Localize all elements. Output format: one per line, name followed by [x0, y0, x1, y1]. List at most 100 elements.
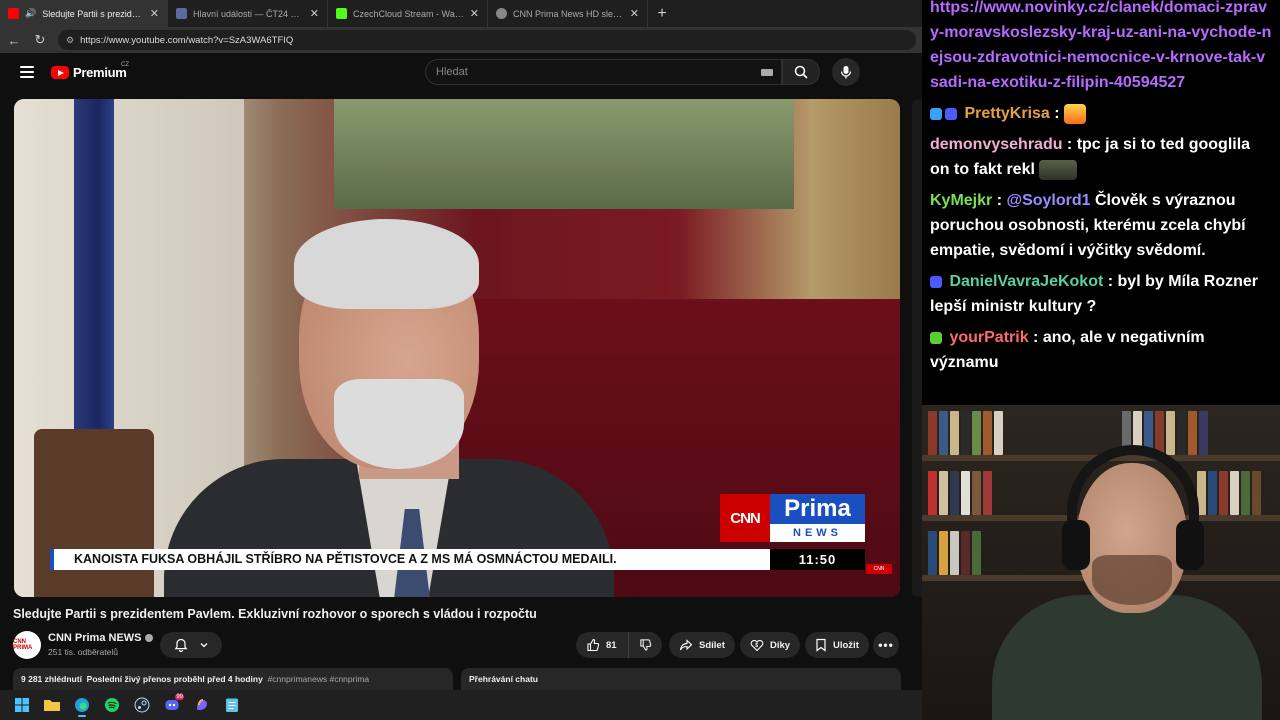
close-icon[interactable]: ✕: [150, 7, 159, 20]
chat-replay-label: Přehrávání chatu: [469, 674, 538, 684]
save-button[interactable]: Uložit: [805, 632, 869, 658]
site-info-icon[interactable]: ⚙: [66, 35, 74, 46]
tab-cnn-prima[interactable]: CNN Prima News HD sledujte online ✕: [488, 0, 648, 27]
discord-icon[interactable]: 99: [160, 693, 184, 717]
close-icon[interactable]: ✕: [630, 7, 639, 20]
gem-badge-icon: [930, 107, 942, 120]
description-box[interactable]: 9 281 zhlédnutí Poslední živý přenos pro…: [13, 668, 453, 690]
speaker-icon[interactable]: 🔊: [25, 8, 36, 19]
sub-badge-icon: [945, 107, 957, 120]
youtube-play-icon: [51, 66, 69, 79]
chat-mention[interactable]: @Soylord1: [1006, 192, 1090, 209]
more-actions-button[interactable]: •••: [873, 632, 899, 658]
prima-news-logo: Prima NEWS: [770, 494, 865, 542]
books: [928, 531, 981, 575]
super-thanks-icon: $: [750, 639, 764, 652]
chair: [34, 429, 154, 597]
ct24-favicon-icon: [176, 8, 187, 19]
close-icon[interactable]: ✕: [310, 7, 319, 20]
stream-chat-panel: https://www.novinky.cz/clanek/domaci-zpr…: [922, 0, 1280, 405]
chat-replay-box[interactable]: Přehrávání chatu: [461, 668, 901, 690]
chat-username[interactable]: demonvysehradu: [930, 136, 1062, 153]
fire-emote-icon: [1064, 103, 1087, 124]
youtube-logo[interactable]: Premium CZ: [51, 62, 129, 80]
tab-ct24[interactable]: Hlavní události — ČT24 — Česká televize …: [168, 0, 328, 27]
menu-icon[interactable]: [20, 66, 34, 78]
more-horizontal-icon: •••: [878, 638, 894, 652]
chat-message: KyMejkr : @Soylord1 Člověk s výraznou po…: [930, 192, 1246, 259]
close-icon[interactable]: ✕: [470, 7, 479, 20]
like-button[interactable]: 81: [576, 632, 628, 658]
browser-tab-bar: 🔊 Sledujte Partii s prezidentem Pavlem. …: [0, 0, 922, 27]
chat-username[interactable]: DanielVavraJeKokot: [949, 273, 1103, 290]
chevron-down-icon: [200, 643, 207, 648]
chat-message: PrettyKrisa :: [930, 101, 1272, 126]
books: [1197, 471, 1261, 515]
streamer-webcam: [922, 405, 1280, 720]
svg-text:$: $: [755, 643, 758, 649]
headphone-ear-right: [1176, 520, 1204, 570]
bookmark-icon: [816, 638, 826, 652]
kick-favicon-icon: [336, 8, 347, 19]
broadcast-clock: 11:50: [770, 549, 865, 570]
search-placeholder: Hledat: [436, 66, 468, 78]
chat-link[interactable]: https://www.novinky.cz/clanek/domaci-zpr…: [930, 0, 1272, 95]
streamer-shirt: [992, 595, 1262, 720]
keyboard-icon[interactable]: [761, 69, 773, 76]
windows-start-icon[interactable]: [10, 693, 34, 717]
search-button[interactable]: [782, 59, 820, 85]
notepad-icon[interactable]: [220, 693, 244, 717]
subscription-bell-button[interactable]: [160, 632, 222, 658]
chat-message: demonvysehradu : tpc ja si to ted googli…: [930, 136, 1251, 180]
steam-icon[interactable]: [130, 693, 154, 717]
creature-emote-icon: [1039, 159, 1078, 180]
windows-taskbar: 99: [0, 690, 922, 720]
tab-title: Sledujte Partii s prezidentem Pavlem. Ex…: [42, 8, 144, 19]
tab-kick[interactable]: CzechCloud Stream - Watch Live on Kick ✕: [328, 0, 488, 27]
edge-browser-icon[interactable]: [70, 693, 94, 717]
logo-text: Premium: [73, 65, 127, 80]
chat-username[interactable]: KyMejkr: [930, 192, 992, 209]
view-count: 9 281 zhlédnutí: [21, 674, 82, 684]
background-window: [334, 99, 794, 209]
channel-avatar[interactable]: CNN PRIMA: [13, 631, 41, 659]
chat-message: DanielVavraJeKokot : byl by Míla Rozner …: [930, 273, 1258, 315]
new-tab-button[interactable]: +: [648, 0, 676, 27]
tab-youtube[interactable]: 🔊 Sledujte Partii s prezidentem Pavlem. …: [0, 0, 168, 27]
person-hair: [294, 219, 479, 309]
save-label: Uložit: [833, 639, 859, 651]
cnn-logo: CNN: [720, 494, 770, 542]
sub-badge-icon: [930, 331, 942, 344]
region-code: CZ: [121, 62, 129, 68]
news-logo-text: NEWS: [793, 527, 842, 539]
hashtags[interactable]: #cnnprimanews #cnnprima: [268, 674, 370, 684]
channel-name[interactable]: CNN Prima NEWS: [48, 632, 153, 644]
books: [928, 471, 992, 515]
verified-icon: [144, 634, 153, 643]
thumbs-down-icon: [640, 639, 652, 651]
share-button[interactable]: Sdílet: [669, 632, 735, 658]
search-input[interactable]: Hledat: [425, 59, 782, 85]
copilot-icon[interactable]: [190, 693, 214, 717]
microphone-icon: [840, 66, 852, 79]
thanks-button[interactable]: $ Díky: [740, 632, 801, 658]
tab-title: Hlavní události — ČT24 — Česká televize: [193, 8, 304, 19]
spotify-icon[interactable]: [100, 693, 124, 717]
voice-search-button[interactable]: [832, 58, 860, 86]
url-input[interactable]: ⚙ https://www.youtube.com/watch?v=SzA3WA…: [58, 30, 916, 50]
sidebar-edge: [912, 99, 922, 597]
books: [928, 411, 1003, 455]
file-explorer-icon[interactable]: [40, 693, 64, 717]
chat-username[interactable]: PrettyKrisa: [964, 105, 1049, 122]
share-icon: [679, 639, 693, 651]
chat-username[interactable]: yourPatrik: [949, 329, 1028, 346]
tab-title: CzechCloud Stream - Watch Live on Kick: [353, 8, 464, 19]
reload-icon[interactable]: ↻: [32, 32, 48, 48]
prima-logo-text: Prima: [770, 494, 865, 524]
back-arrow-icon[interactable]: ←: [6, 33, 22, 48]
dislike-button[interactable]: [628, 632, 662, 658]
subscriber-count: 251 tis. odběratelů: [48, 647, 118, 657]
youtube-header: Premium CZ Hledat: [0, 53, 922, 93]
video-player[interactable]: CNN Prima NEWS KANOISTA FUKSA OBHÁJIL ST…: [14, 99, 900, 597]
video-title: Sledujte Partii s prezidentem Pavlem. Ex…: [13, 607, 537, 621]
